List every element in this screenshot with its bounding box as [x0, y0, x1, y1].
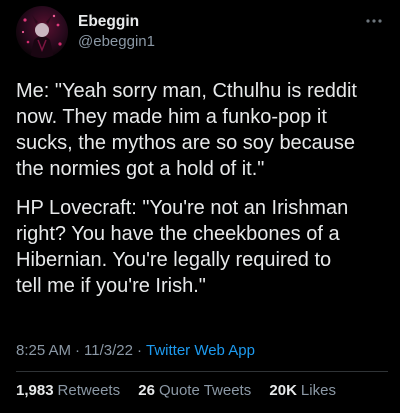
retweets-count: 1,983 — [16, 382, 54, 399]
more-horizontal-icon — [366, 19, 382, 23]
avatar-illustration — [21, 14, 62, 58]
display-name[interactable]: Ebeggin — [78, 12, 155, 32]
likes-stat[interactable]: 20K Likes — [269, 382, 336, 399]
tweet-paragraph: HP Lovecraft: "You're not an Irishman ri… — [16, 197, 349, 297]
quote-tweets-label: Quote Tweets — [158, 382, 252, 399]
tweet-header: Ebeggin @ebeggin1 — [16, 6, 384, 62]
meta-separator: · — [75, 342, 81, 359]
retweets-label: Retweets — [57, 382, 121, 399]
avatar[interactable] — [16, 6, 68, 58]
likes-label: Likes — [300, 382, 336, 399]
tweet-text: Me: "Yeah sorry man, Cthulhu is reddit n… — [16, 78, 388, 299]
more-options-button[interactable] — [364, 14, 384, 28]
meta-separator: · — [136, 342, 142, 359]
quote-tweets-count: 26 — [138, 382, 155, 399]
tweet-time[interactable]: 8:25 AM — [16, 342, 71, 359]
divider — [16, 371, 388, 372]
user-names: Ebeggin @ebeggin1 — [78, 12, 155, 51]
tweet-paragraph: Me: "Yeah sorry man, Cthulhu is reddit n… — [16, 80, 357, 180]
quote-tweets-stat[interactable]: 26 Quote Tweets — [138, 382, 251, 399]
user-handle[interactable]: @ebeggin1 — [78, 32, 155, 51]
tweet-date[interactable]: 11/3/22 — [84, 342, 133, 359]
likes-count: 20K — [269, 382, 297, 399]
retweets-stat[interactable]: 1,983 Retweets — [16, 382, 120, 399]
tweet-meta: 8:25 AM · 11/3/22 · Twitter Web App — [16, 341, 255, 361]
tweet-stats: 1,983 Retweets 26 Quote Tweets 20K Likes — [16, 381, 350, 401]
tweet-source-link[interactable]: Twitter Web App — [146, 342, 255, 359]
tweet: Ebeggin @ebeggin1 Me: "Yeah sorry man, C… — [0, 0, 400, 413]
